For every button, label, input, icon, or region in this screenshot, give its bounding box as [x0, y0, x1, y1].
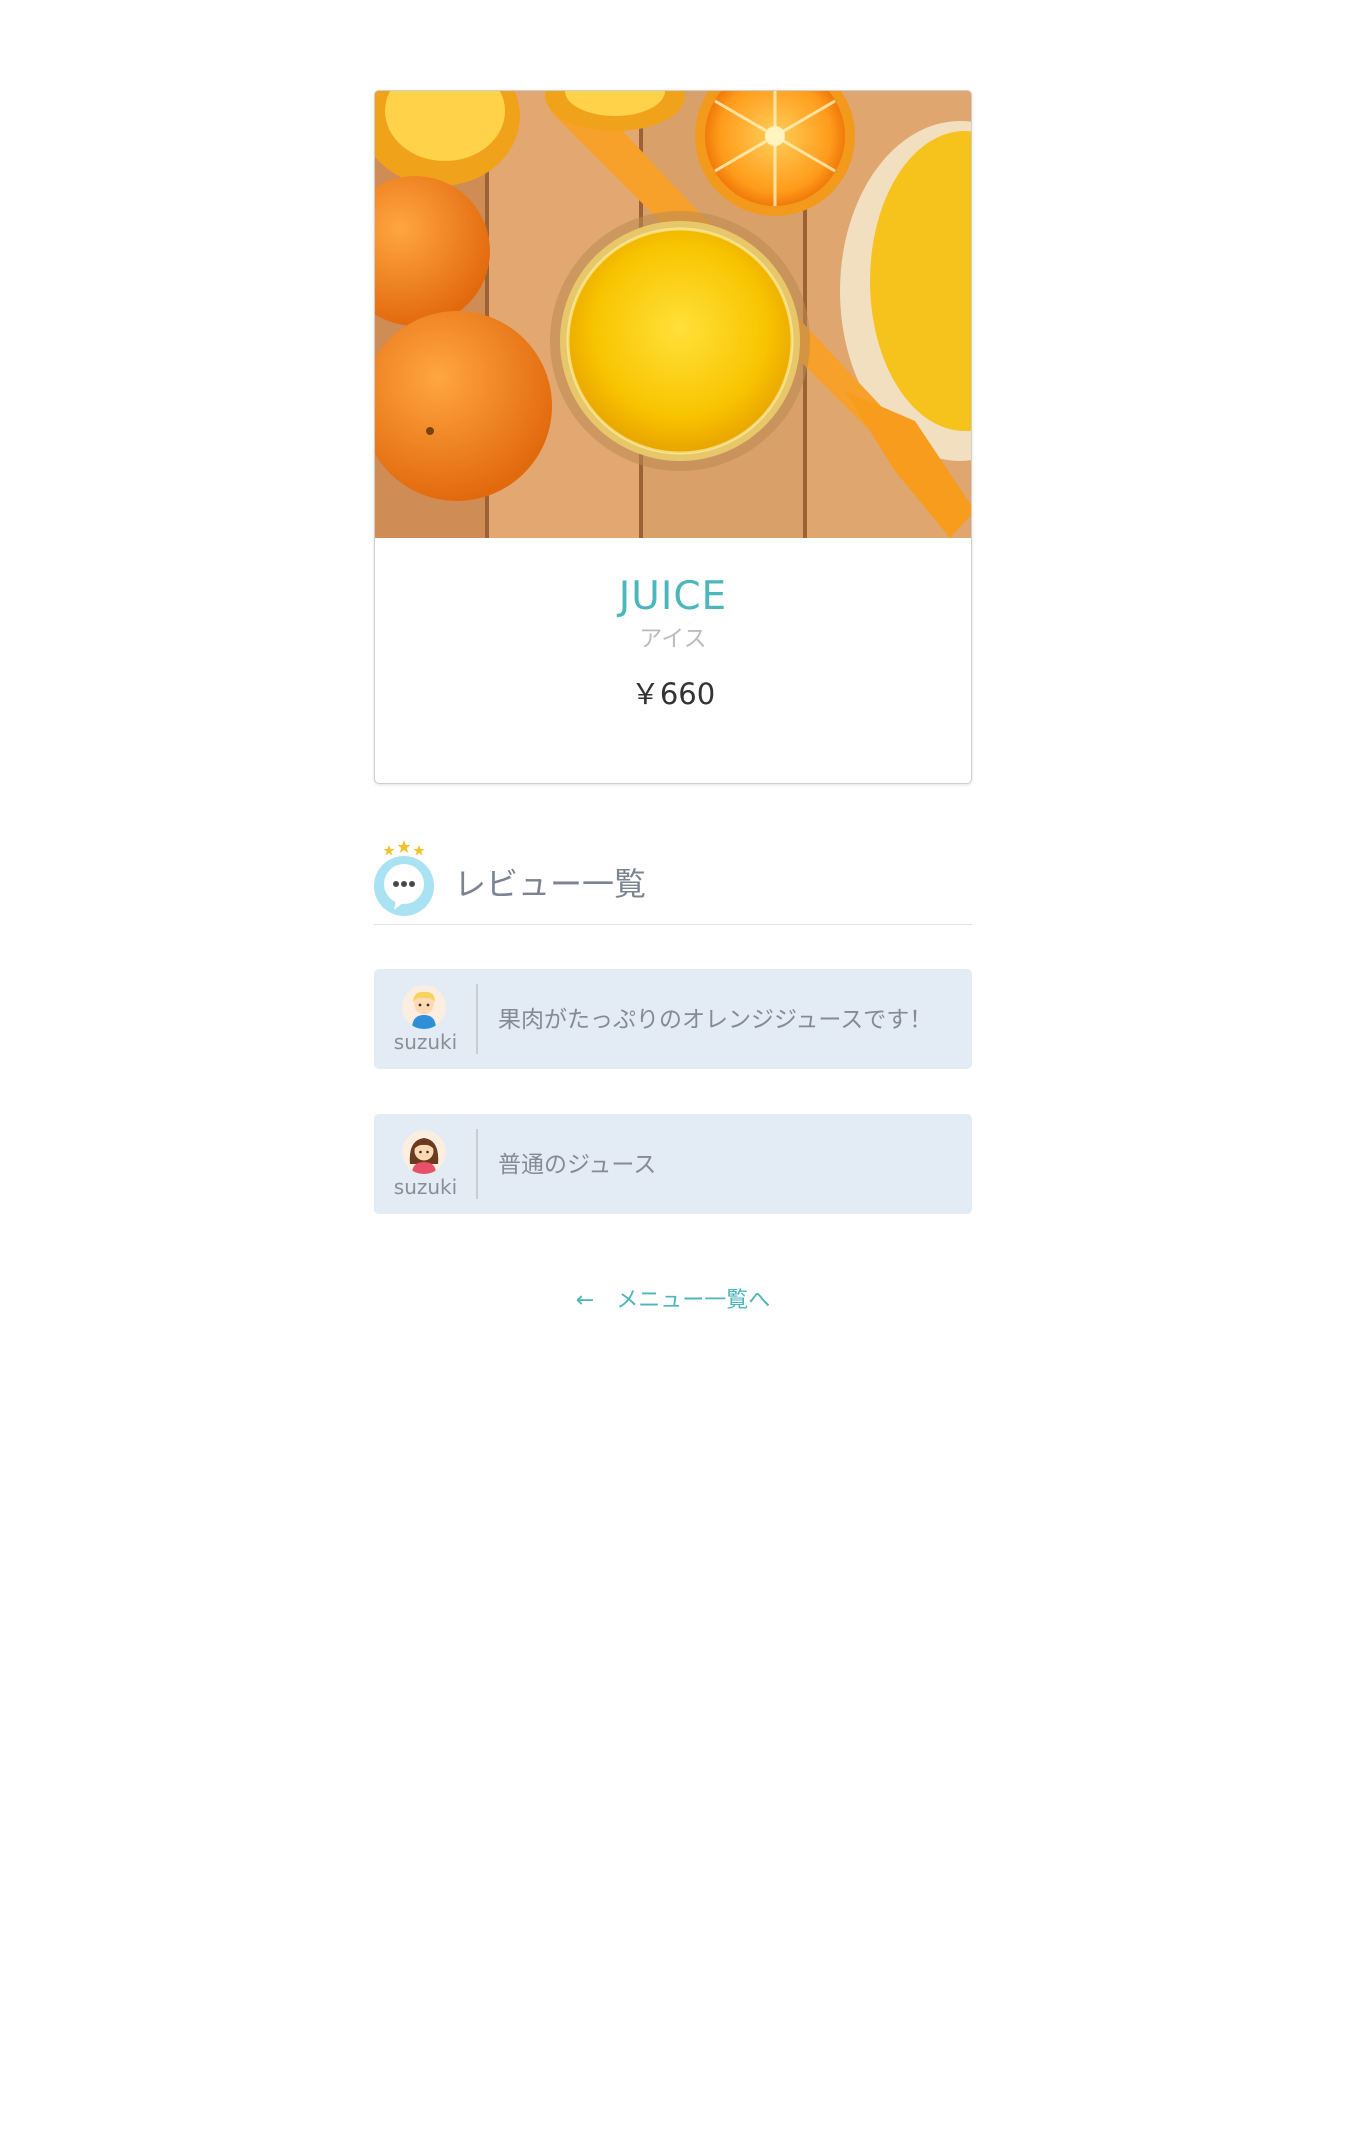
product-photo — [375, 91, 971, 538]
product-card: JUICE アイス ￥660 — [374, 90, 972, 784]
review-item: suzuki 普通のジュース — [374, 1114, 972, 1214]
product-info: JUICE アイス ￥660 — [375, 574, 971, 712]
girl-avatar-icon — [402, 1130, 446, 1174]
back-to-menu-link[interactable]: ← メニュー一覧へ — [374, 1286, 972, 1316]
speech-bubble-stars-icon — [374, 840, 434, 916]
review-user-name: suzuki — [393, 1175, 458, 1199]
review-text: 果肉がたっぷりのオレンジジュースです！ — [498, 1007, 933, 1033]
back-link-label: メニュー一覧へ — [616, 1288, 771, 1313]
review-divider — [476, 984, 478, 1054]
product-type: アイス — [639, 626, 707, 652]
boy-avatar-icon — [402, 985, 446, 1029]
review-text: 普通のジュース — [498, 1152, 657, 1178]
arrow-left-icon: ← — [575, 1288, 595, 1313]
review-divider — [476, 1129, 478, 1199]
review-item: suzuki 果肉がたっぷりのオレンジジュースです！ — [374, 969, 972, 1069]
review-section-header: レビュー一覧 — [374, 840, 972, 925]
page-content: JUICE アイス ￥660 レビュー一覧 suzuki 果肉がたっぷりのオレン… — [374, 90, 972, 1316]
product-price: ￥660 — [630, 677, 716, 711]
product-name: JUICE — [618, 574, 728, 619]
review-section-title: レビュー一覧 — [454, 865, 647, 903]
review-user-name: suzuki — [393, 1030, 458, 1054]
